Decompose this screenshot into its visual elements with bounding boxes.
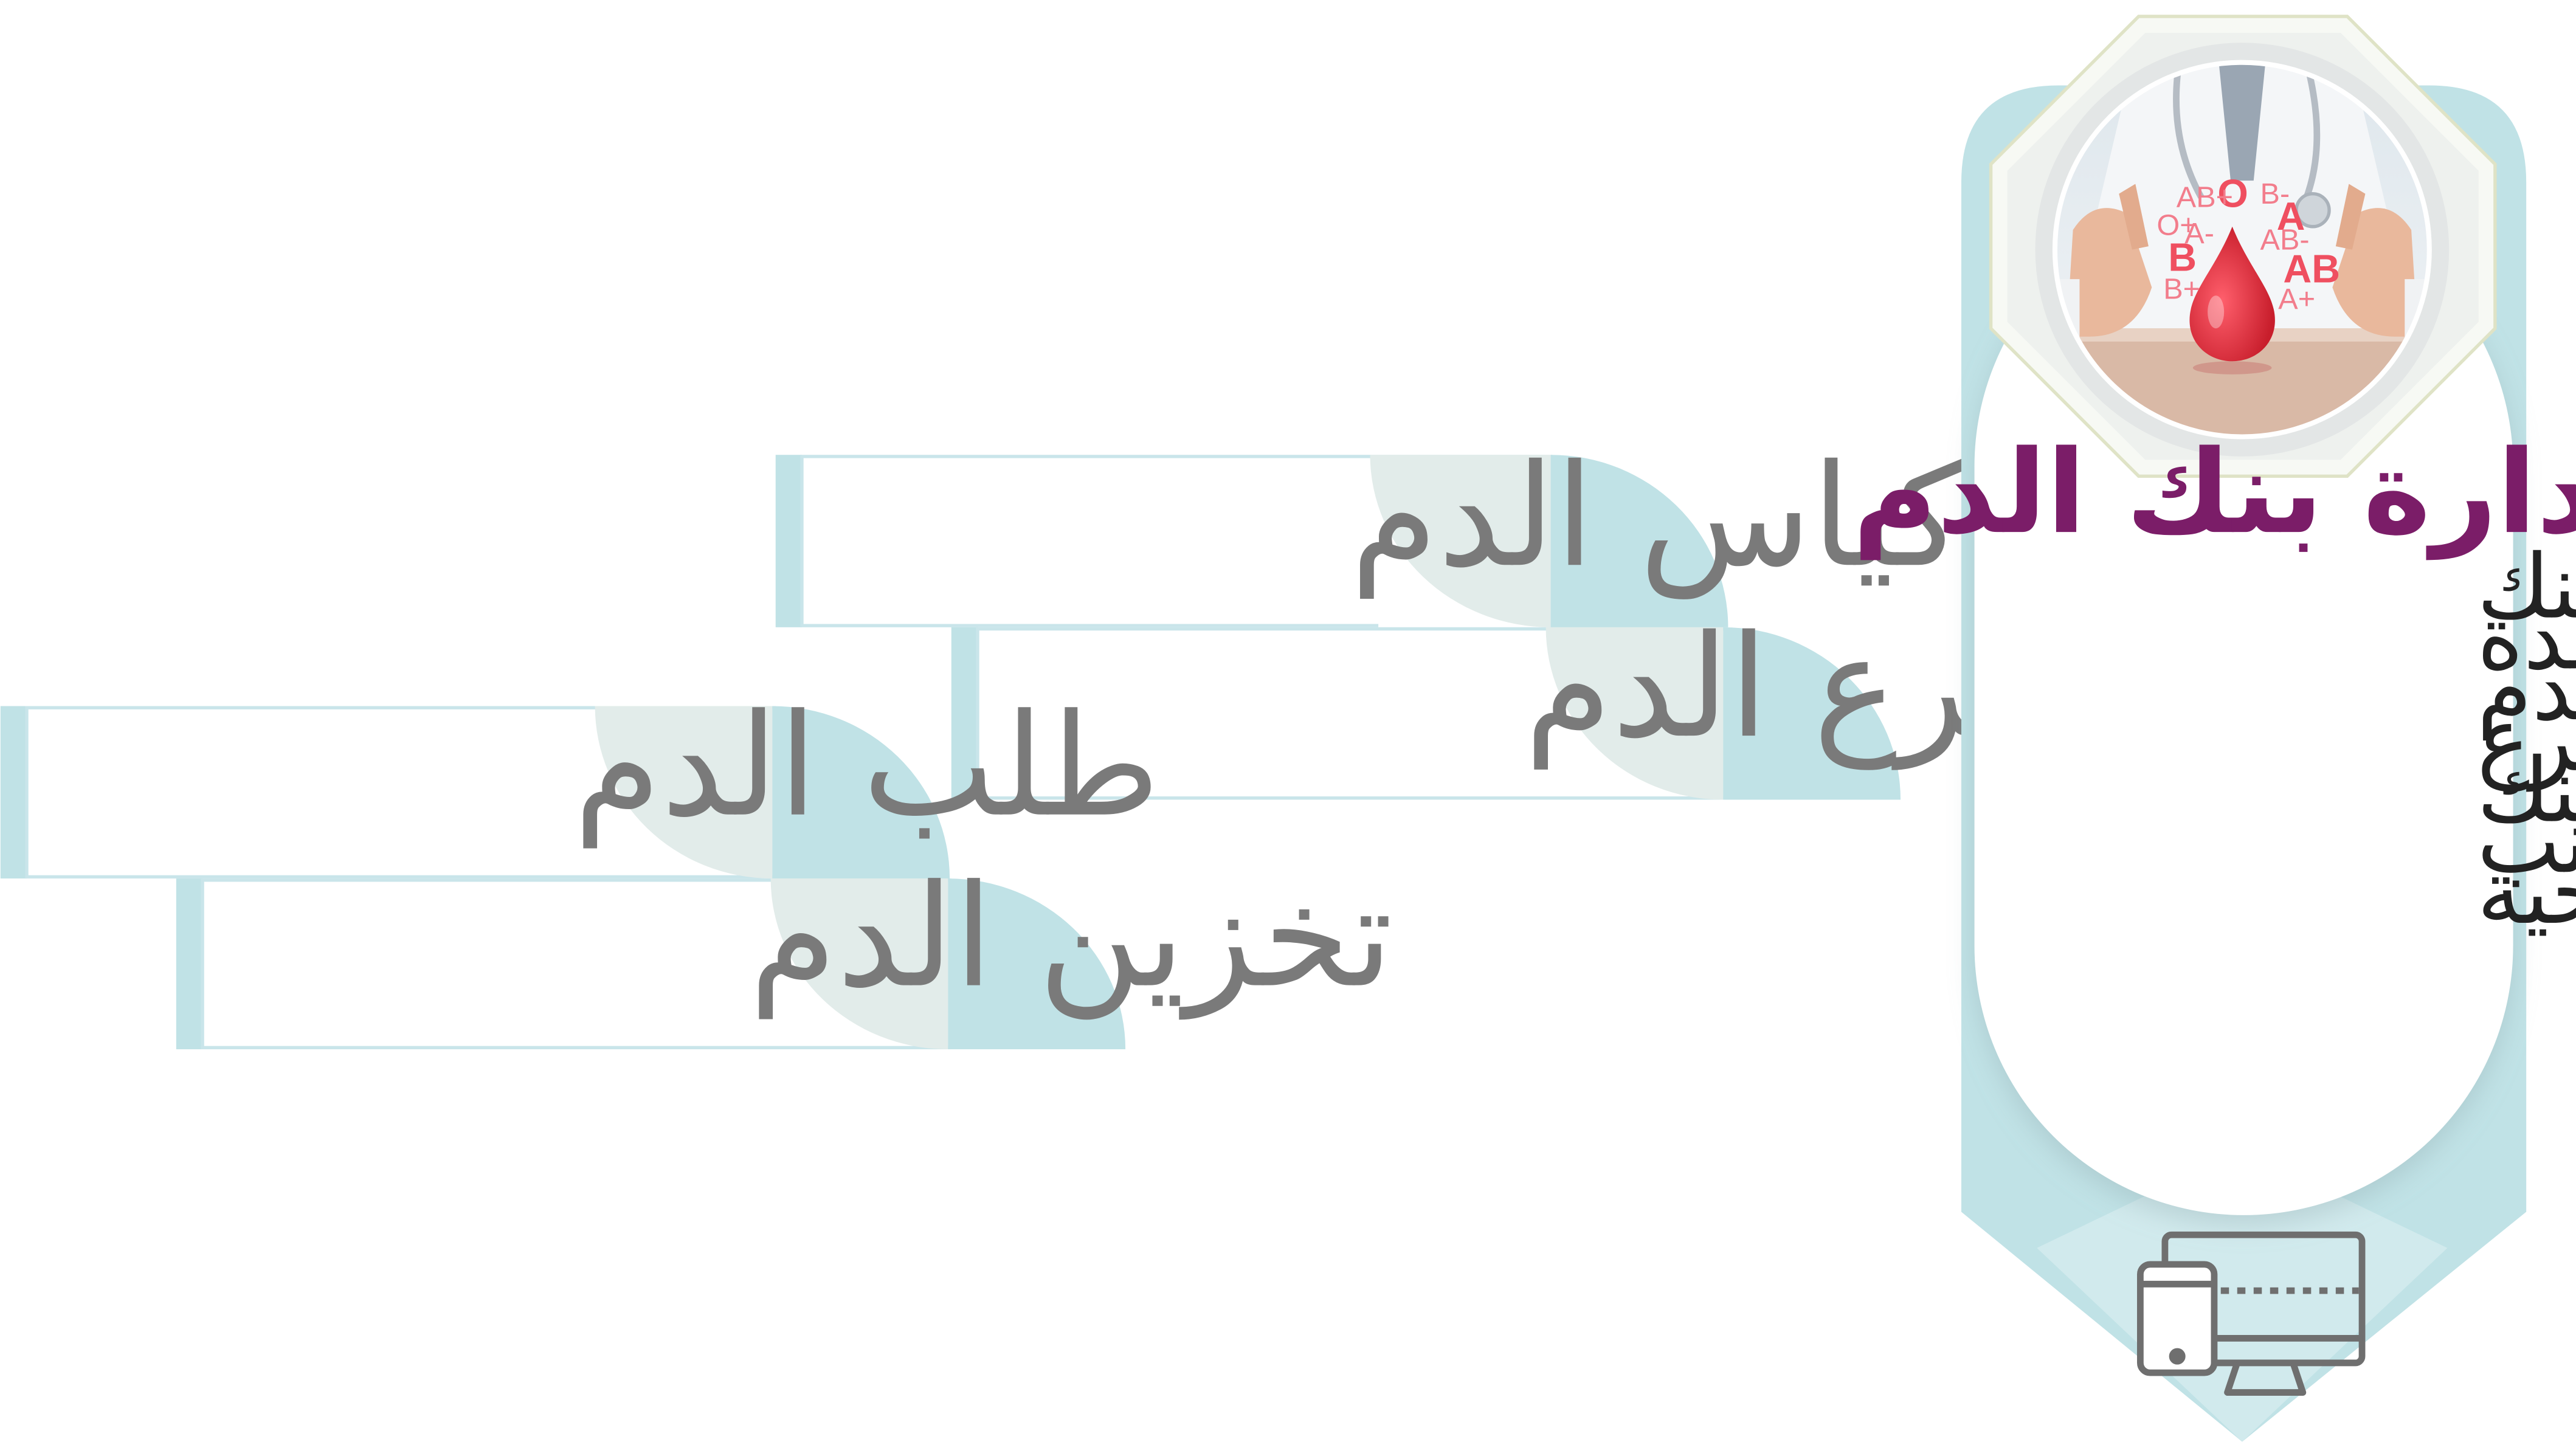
card-accent-bar (0, 706, 27, 879)
panel-title: إدارة بنك الدم (1853, 426, 2576, 560)
card-accent-bar (176, 878, 203, 1050)
card-accent-bar (775, 455, 802, 627)
svg-text:B+: B+ (2163, 273, 2200, 306)
svg-text:A-: A- (2184, 217, 2214, 250)
slide-svg: إدارة أكياس الدم التبرع الدم طلب الدم تخ… (0, 15, 2576, 1442)
feature-label: طلب الدم (574, 683, 1161, 849)
feature-card-blood-request[interactable]: طلب الدم (0, 683, 1161, 879)
svg-text:B-: B- (2260, 178, 2290, 210)
panel-description: يتيح النظام إدارة عمليات بنك الدم بكفاءة… (2477, 536, 2576, 945)
feature-label: تخزين الدم (750, 854, 1393, 1020)
svg-text:AB-: AB- (2260, 224, 2310, 257)
desc-line: الرعاية الصحية (2477, 841, 2576, 945)
svg-text:A+: A+ (2278, 283, 2315, 316)
slide-canvas: إدارة أكياس الدم التبرع الدم طلب الدم تخ… (0, 0, 2576, 1445)
feature-card-blood-storage[interactable]: تخزين الدم (176, 854, 1393, 1050)
